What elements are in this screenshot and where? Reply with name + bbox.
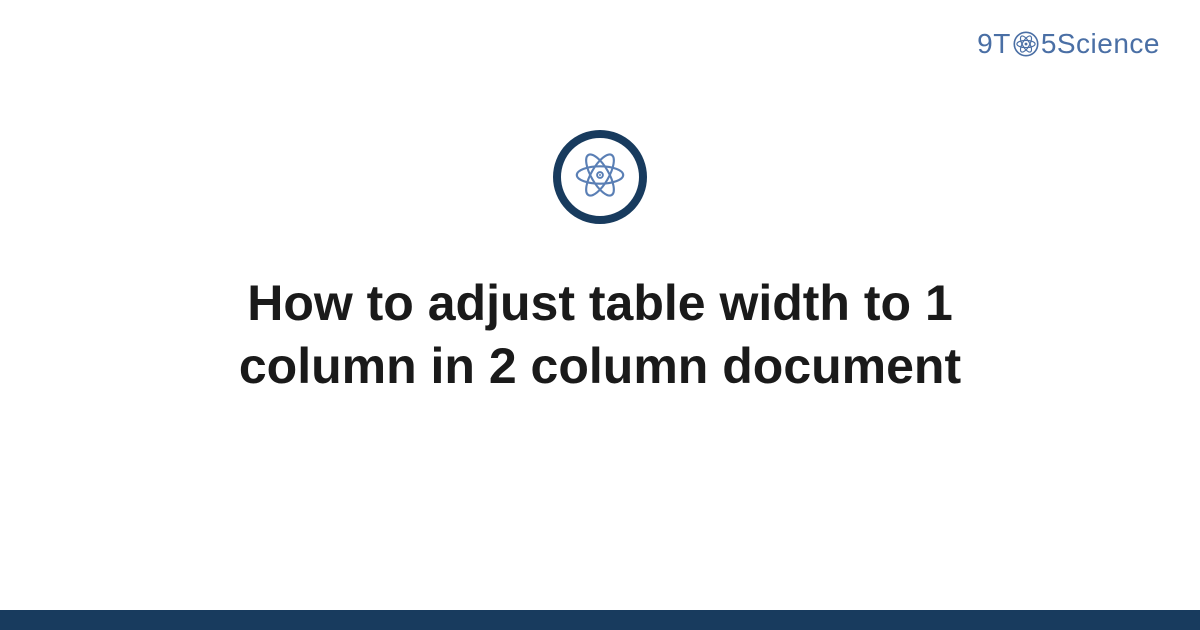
brand-text-9t: 9T	[977, 28, 1011, 60]
brand-logo: 9T 5Science	[977, 28, 1160, 60]
atom-icon	[1012, 30, 1040, 58]
atom-badge	[553, 130, 647, 224]
brand-text-5science: 5Science	[1041, 28, 1160, 60]
main-content: How to adjust table width to 1 column in…	[0, 130, 1200, 397]
footer-bar	[0, 610, 1200, 630]
atom-icon	[571, 146, 629, 209]
page-title: How to adjust table width to 1 column in…	[150, 272, 1050, 397]
